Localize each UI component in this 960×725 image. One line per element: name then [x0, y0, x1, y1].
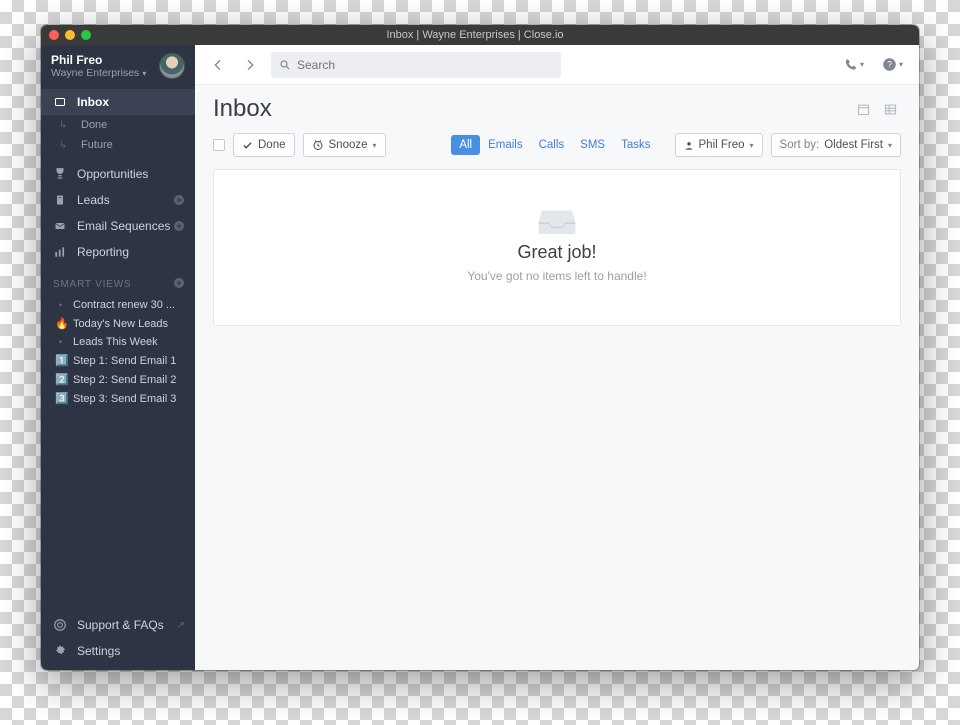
sub-arrow-icon: ↳	[59, 140, 73, 151]
trophy-icon	[53, 167, 67, 181]
external-link-icon: ↗	[177, 620, 185, 631]
window-title: Inbox | Wayne Enterprises | Close.io	[99, 29, 911, 41]
user-filter[interactable]: Phil Freo ▾	[675, 133, 763, 157]
smart-view-label: Contract renew 30 ...	[73, 299, 175, 311]
nav-opportunities[interactable]: Opportunities	[41, 161, 195, 187]
mail-icon	[53, 220, 67, 232]
window-minimize-button[interactable]	[65, 30, 75, 40]
inbox-icon	[53, 96, 67, 108]
smart-view-label: Today's New Leads	[73, 318, 168, 330]
nav-email-sequences-label: Email Sequences	[77, 219, 170, 233]
add-lead-button[interactable]	[173, 194, 185, 206]
select-all-checkbox[interactable]	[213, 139, 225, 151]
forward-button[interactable]	[239, 54, 261, 76]
filter-tab-emails[interactable]: Emails	[480, 135, 531, 155]
user-name: Phil Freo	[51, 53, 151, 67]
dialer-button[interactable]: ▾	[840, 58, 868, 72]
help-button[interactable]: ?▾	[878, 57, 907, 72]
nav-inbox-label: Inbox	[77, 95, 109, 109]
smart-view-prefix: 2️⃣	[55, 373, 66, 386]
org-name: Wayne Enterprises▾	[51, 67, 151, 79]
smart-view-item[interactable]: • Contract renew 30 ...	[41, 296, 195, 314]
filter-tab-all[interactable]: All	[451, 135, 480, 155]
app-window: Inbox | Wayne Enterprises | Close.io Phi…	[41, 25, 919, 670]
empty-subtitle: You've got no items left to handle!	[467, 269, 646, 283]
inbox-toolbar: Done Snooze ▾ AllEmailsCallsSMSTasks Phi…	[195, 123, 919, 169]
mark-done-button[interactable]: Done	[233, 133, 295, 157]
chart-icon	[53, 245, 67, 259]
main-panel: ▾ ?▾ Inbox Done Snooze	[195, 45, 919, 670]
smart-view-label: Leads This Week	[73, 336, 158, 348]
search-input[interactable]	[271, 52, 561, 78]
window-zoom-button[interactable]	[81, 30, 91, 40]
smart-view-prefix: •	[55, 300, 66, 310]
smart-view-prefix: 1️⃣	[55, 354, 66, 367]
nav-settings-label: Settings	[77, 644, 120, 658]
nav-leads[interactable]: Leads	[41, 187, 195, 213]
nav-inbox-done[interactable]: ↳ Done	[41, 115, 195, 135]
back-button[interactable]	[207, 54, 229, 76]
check-icon	[242, 140, 253, 151]
nav-support-label: Support & FAQs	[77, 618, 164, 632]
calendar-view-button[interactable]	[853, 99, 874, 120]
search-icon	[279, 59, 291, 71]
filter-tab-sms[interactable]: SMS	[572, 135, 613, 155]
empty-state: Great job! You've got no items left to h…	[213, 169, 901, 326]
smart-view-item[interactable]: 3️⃣ Step 3: Send Email 3	[41, 389, 195, 408]
snooze-button[interactable]: Snooze ▾	[303, 133, 386, 157]
smart-view-prefix: 🔥	[55, 317, 66, 330]
nav-leads-label: Leads	[77, 193, 110, 207]
smart-view-label: Step 3: Send Email 3	[73, 393, 176, 405]
sub-arrow-icon: ↳	[59, 120, 73, 131]
svg-text:?: ?	[887, 60, 892, 70]
avatar	[159, 53, 185, 79]
sidebar: Phil Freo Wayne Enterprises▾ Inbox ↳ Don…	[41, 45, 195, 670]
person-icon	[684, 140, 694, 151]
smart-views-list: • Contract renew 30 ... 🔥 Today's New Leads…	[41, 296, 195, 408]
sort-button[interactable]: Sort by: Oldest First ▾	[771, 133, 901, 157]
gear-icon	[53, 644, 67, 658]
smart-view-item[interactable]: 2️⃣ Step 2: Send Email 2	[41, 370, 195, 389]
nav-opportunities-label: Opportunities	[77, 167, 148, 181]
filter-tab-calls[interactable]: Calls	[531, 135, 573, 155]
topbar: ▾ ?▾	[195, 45, 919, 85]
smart-view-prefix: •	[55, 337, 66, 347]
filter-tab-tasks[interactable]: Tasks	[613, 135, 658, 155]
smart-view-label: Step 1: Send Email 1	[73, 355, 176, 367]
account-switcher[interactable]: Phil Freo Wayne Enterprises▾	[41, 45, 195, 87]
smart-view-item[interactable]: • Leads This Week	[41, 333, 195, 351]
empty-title: Great job!	[517, 242, 596, 263]
nav-inbox[interactable]: Inbox	[41, 89, 195, 115]
list-view-button[interactable]	[880, 99, 901, 120]
nav-settings[interactable]: Settings	[41, 638, 195, 664]
clock-icon	[312, 139, 324, 151]
building-icon	[53, 193, 67, 207]
search-field[interactable]	[297, 58, 553, 72]
add-smart-view-button[interactable]	[173, 277, 185, 289]
nav-email-sequences[interactable]: Email Sequences	[41, 213, 195, 239]
smart-view-item[interactable]: 🔥 Today's New Leads	[41, 314, 195, 333]
nav-inbox-future[interactable]: ↳ Future	[41, 135, 195, 155]
nav-support[interactable]: Support & FAQs ↗	[41, 612, 195, 638]
add-sequence-button[interactable]	[173, 220, 185, 232]
filter-tabs: AllEmailsCallsSMSTasks	[451, 135, 658, 155]
page-title: Inbox	[213, 95, 853, 123]
smart-view-label: Step 2: Send Email 2	[73, 374, 176, 386]
window-close-button[interactable]	[49, 30, 59, 40]
nav-reporting-label: Reporting	[77, 245, 129, 259]
tray-icon	[537, 202, 577, 236]
smart-views-header: SMART VIEWS	[41, 265, 195, 296]
smart-view-prefix: 3️⃣	[55, 392, 66, 405]
smart-view-item[interactable]: 1️⃣ Step 1: Send Email 1	[41, 351, 195, 370]
nav-reporting[interactable]: Reporting	[41, 239, 195, 265]
window-titlebar: Inbox | Wayne Enterprises | Close.io	[41, 25, 919, 45]
lifebuoy-icon	[53, 618, 67, 632]
